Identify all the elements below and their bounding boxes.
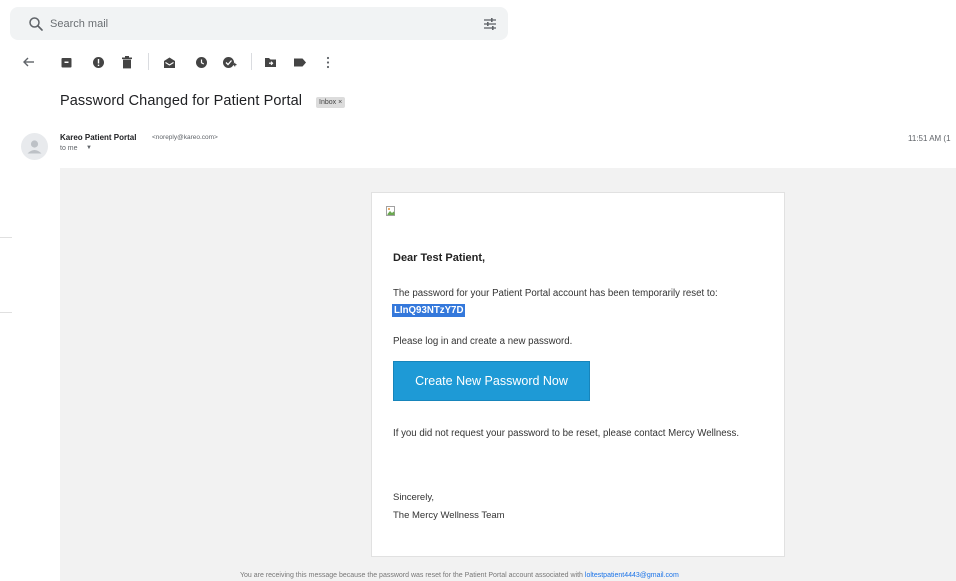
search-options-icon[interactable] — [482, 16, 498, 32]
sender-email: <noreply@kareo.com> — [152, 134, 218, 141]
back-arrow-icon[interactable] — [21, 54, 37, 70]
footer-text: You are receiving this message because t… — [240, 572, 585, 579]
recipient-details-caret-icon[interactable]: ▼ — [86, 145, 92, 151]
broken-image-icon — [386, 204, 397, 216]
toolbar-divider — [148, 53, 149, 70]
recipient-label[interactable]: to me — [60, 145, 78, 152]
snooze-icon[interactable] — [193, 54, 209, 70]
message-timestamp: 11:51 AM (1 — [908, 134, 951, 143]
left-edge-divider — [0, 312, 12, 313]
create-new-password-button[interactable]: Create New Password Now — [393, 361, 590, 401]
left-edge-divider — [0, 237, 12, 238]
toolbar-divider — [251, 53, 252, 70]
move-to-icon[interactable] — [262, 54, 278, 70]
reset-message: The password for your Patient Portal acc… — [393, 288, 718, 299]
mark-unread-icon[interactable] — [161, 54, 177, 70]
email-subject: Password Changed for Patient Portal — [60, 93, 303, 109]
temporary-password[interactable]: LInQ93NTzY7D — [392, 304, 466, 317]
signature-team: The Mercy Wellness Team — [393, 510, 505, 521]
search-icon[interactable] — [27, 15, 45, 33]
label-icon[interactable] — [292, 54, 308, 70]
report-spam-icon[interactable] — [90, 54, 106, 70]
sender-name[interactable]: Kareo Patient Portal — [60, 133, 136, 142]
search-bar[interactable] — [10, 7, 508, 40]
footer-email-link[interactable]: loltestpatient4443@gmail.com — [585, 572, 679, 579]
search-input[interactable] — [50, 13, 450, 34]
reset-notice: If you did not request your password to … — [393, 428, 740, 439]
login-instruction: Please log in and create a new password. — [393, 336, 573, 347]
inbox-label-chip[interactable]: Inbox × — [316, 97, 346, 108]
sender-avatar[interactable] — [21, 133, 48, 160]
add-to-tasks-icon[interactable] — [221, 54, 237, 70]
archive-icon[interactable] — [58, 54, 74, 70]
footer-note: You are receiving this message because t… — [240, 572, 679, 579]
signoff: Sincerely, — [393, 492, 435, 503]
more-options-icon[interactable] — [320, 54, 336, 70]
email-greeting: Dear Test Patient, — [393, 252, 486, 264]
delete-icon[interactable] — [119, 54, 135, 70]
